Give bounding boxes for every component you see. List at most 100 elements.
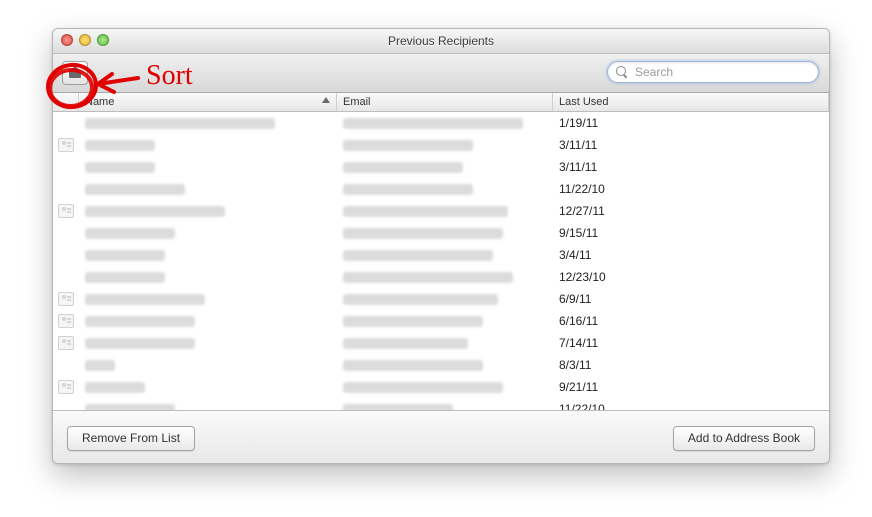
address-card-icon [58, 380, 74, 394]
card-cell [53, 138, 79, 152]
redacted-name [85, 316, 195, 327]
name-cell [79, 404, 337, 412]
redacted-email [343, 360, 483, 371]
table-row[interactable]: 11/22/10 [53, 178, 829, 200]
column-header-label: Name [85, 96, 114, 108]
redacted-name [85, 338, 195, 349]
redacted-name [85, 206, 225, 217]
last-used-cell: 6/9/11 [553, 292, 829, 306]
column-header-email[interactable]: Email [337, 93, 553, 111]
redacted-name [85, 118, 275, 129]
last-used-cell: 1/19/11 [553, 116, 829, 130]
button-label: Add to Address Book [688, 431, 800, 445]
name-cell [79, 140, 337, 151]
traffic-lights [61, 34, 109, 46]
table-row[interactable]: 11/22/10 [53, 398, 829, 411]
last-used-cell: 9/21/11 [553, 380, 829, 394]
last-used-cell: 11/22/10 [553, 402, 829, 411]
table-row[interactable]: 3/11/11 [53, 156, 829, 178]
table-row[interactable]: 8/3/11 [53, 354, 829, 376]
last-used-cell: 3/11/11 [553, 160, 829, 174]
card-cell [53, 292, 79, 306]
redacted-email [343, 382, 503, 393]
redacted-name [85, 360, 115, 371]
redacted-name [85, 162, 155, 173]
last-used-cell: 3/11/11 [553, 138, 829, 152]
redacted-email [343, 272, 513, 283]
column-header-card[interactable] [53, 93, 79, 111]
address-card-icon [58, 204, 74, 218]
add-to-address-book-button[interactable]: Add to Address Book [673, 426, 815, 451]
home-icon [69, 68, 81, 78]
redacted-name [85, 272, 165, 283]
table-row[interactable]: 12/27/11 [53, 200, 829, 222]
name-cell [79, 294, 337, 305]
email-cell [337, 184, 553, 195]
table-row[interactable]: 1/19/11 [53, 112, 829, 134]
redacted-email [343, 316, 483, 327]
recipients-table[interactable]: 1/19/11 3/11/11 3/11/11 11/22/10 12/27/11 9/1… [53, 112, 829, 411]
search-input[interactable] [633, 64, 810, 80]
name-cell [79, 382, 337, 393]
name-cell [79, 338, 337, 349]
card-cell [53, 380, 79, 394]
name-cell [79, 118, 337, 129]
email-cell [337, 338, 553, 349]
name-cell [79, 184, 337, 195]
card-cell [53, 314, 79, 328]
sort-ascending-icon [322, 97, 330, 103]
last-used-cell: 9/15/11 [553, 226, 829, 240]
zoom-button[interactable] [97, 34, 109, 46]
email-cell [337, 140, 553, 151]
redacted-email [343, 250, 493, 261]
redacted-email [343, 162, 463, 173]
table-row[interactable]: 3/11/11 [53, 134, 829, 156]
column-headers: Name Email Last Used [53, 93, 829, 112]
email-cell [337, 228, 553, 239]
email-cell [337, 294, 553, 305]
table-row[interactable]: 12/23/10 [53, 266, 829, 288]
email-cell [337, 250, 553, 261]
email-cell [337, 360, 553, 371]
last-used-cell: 7/14/11 [553, 336, 829, 350]
redacted-email [343, 404, 453, 412]
remove-from-list-button[interactable]: Remove From List [67, 426, 195, 451]
redacted-email [343, 206, 508, 217]
last-used-cell: 12/27/11 [553, 204, 829, 218]
redacted-name [85, 382, 145, 393]
redacted-name [85, 250, 165, 261]
table-row[interactable]: 6/9/11 [53, 288, 829, 310]
minimize-button[interactable] [79, 34, 91, 46]
name-cell [79, 250, 337, 261]
window-title: Previous Recipients [388, 34, 494, 48]
previous-recipients-window: Previous Recipients Name Email Last Used… [52, 28, 830, 464]
table-row[interactable]: 7/14/11 [53, 332, 829, 354]
column-header-last-used[interactable]: Last Used [553, 93, 829, 111]
redacted-name [85, 404, 175, 412]
redacted-email [343, 118, 523, 129]
table-row[interactable]: 6/16/11 [53, 310, 829, 332]
address-card-icon [58, 292, 74, 306]
redacted-email [343, 140, 473, 151]
redacted-name [85, 184, 185, 195]
table-row[interactable]: 3/4/11 [53, 244, 829, 266]
name-cell [79, 316, 337, 327]
close-button[interactable] [61, 34, 73, 46]
last-used-cell: 12/23/10 [553, 270, 829, 284]
search-field[interactable] [607, 61, 819, 83]
redacted-email [343, 228, 503, 239]
table-row[interactable]: 9/21/11 [53, 376, 829, 398]
name-cell [79, 360, 337, 371]
address-card-icon [58, 314, 74, 328]
redacted-name [85, 140, 155, 151]
titlebar: Previous Recipients [53, 29, 829, 54]
column-header-label: Email [343, 96, 371, 108]
contacts-toolbar-button[interactable] [62, 61, 88, 85]
column-header-name[interactable]: Name [79, 93, 337, 111]
email-cell [337, 316, 553, 327]
email-cell [337, 118, 553, 129]
redacted-name [85, 294, 205, 305]
last-used-cell: 11/22/10 [553, 182, 829, 196]
table-row[interactable]: 9/15/11 [53, 222, 829, 244]
redacted-email [343, 338, 468, 349]
